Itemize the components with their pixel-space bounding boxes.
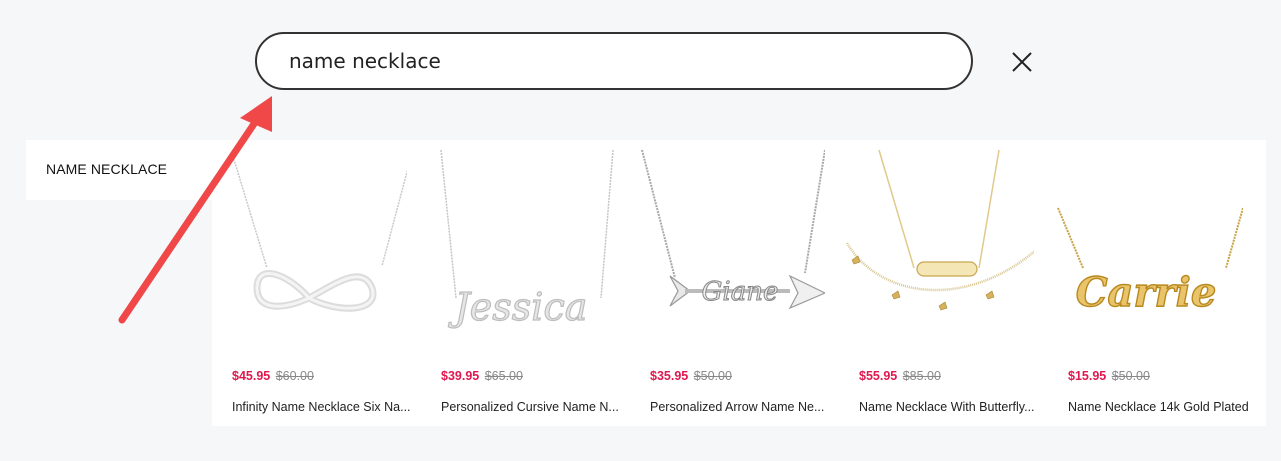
product-image[interactable]: Carrie <box>1048 148 1243 353</box>
original-price: $60.00 <box>275 369 314 383</box>
product-card[interactable]: $55.95 $85.00 Name Necklace With Butterf… <box>839 140 1035 426</box>
product-card[interactable]: Jessica $39.95 $65.00 Personalized Cursi… <box>421 140 619 426</box>
sale-price: $35.95 <box>650 369 689 383</box>
close-search-button[interactable] <box>1008 48 1036 76</box>
price-row: $45.95 $60.00 <box>232 369 314 383</box>
product-image[interactable]: Jessica <box>421 148 616 353</box>
sale-price: $45.95 <box>232 369 271 383</box>
price-row: $35.95 $50.00 <box>650 369 732 383</box>
product-name[interactable]: Personalized Cursive Name N... <box>441 400 629 414</box>
original-price: $65.00 <box>484 369 523 383</box>
suggestion-item-name-necklace[interactable]: NAME NECKLACE <box>46 161 167 177</box>
product-image[interactable] <box>212 148 407 353</box>
product-image[interactable] <box>839 148 1034 353</box>
price-row: $39.95 $65.00 <box>441 369 523 383</box>
price-row: $55.95 $85.00 <box>859 369 941 383</box>
close-icon[interactable] <box>1008 48 1036 76</box>
product-name[interactable]: Name Necklace With Butterfly... <box>859 400 1047 414</box>
product-name[interactable]: Personalized Arrow Name Ne... <box>650 400 838 414</box>
svg-text:Carrie: Carrie <box>1076 269 1217 316</box>
search-box[interactable] <box>255 32 973 90</box>
svg-text:Giane: Giane <box>702 277 779 307</box>
product-name[interactable]: Infinity Name Necklace Six Na... <box>232 400 420 414</box>
product-image[interactable]: Giane <box>630 148 825 353</box>
sale-price: $55.95 <box>859 369 898 383</box>
product-card[interactable]: Giane $35.95 $50.00 Personalized Arrow N… <box>630 140 825 426</box>
svg-text:Jessica: Jessica <box>448 285 588 329</box>
product-name[interactable]: Name Necklace 14k Gold Plated <box>1068 400 1256 414</box>
sale-price: $39.95 <box>441 369 480 383</box>
original-price: $50.00 <box>693 369 732 383</box>
search-overlay-page: NAME NECKLACE $45.95 $60.00 Infinity Nam… <box>0 0 1281 461</box>
sale-price: $15.95 <box>1068 369 1107 383</box>
suggestion-panel: NAME NECKLACE <box>26 140 212 200</box>
product-results: $45.95 $60.00 Infinity Name Necklace Six… <box>212 140 1266 426</box>
product-card[interactable]: $45.95 $60.00 Infinity Name Necklace Six… <box>212 140 411 426</box>
original-price: $50.00 <box>1111 369 1150 383</box>
original-price: $85.00 <box>902 369 941 383</box>
search-input[interactable] <box>289 34 971 88</box>
price-row: $15.95 $50.00 <box>1068 369 1150 383</box>
product-card[interactable]: Carrie $15.95 $50.00 Name Necklace 14k G… <box>1048 140 1249 426</box>
